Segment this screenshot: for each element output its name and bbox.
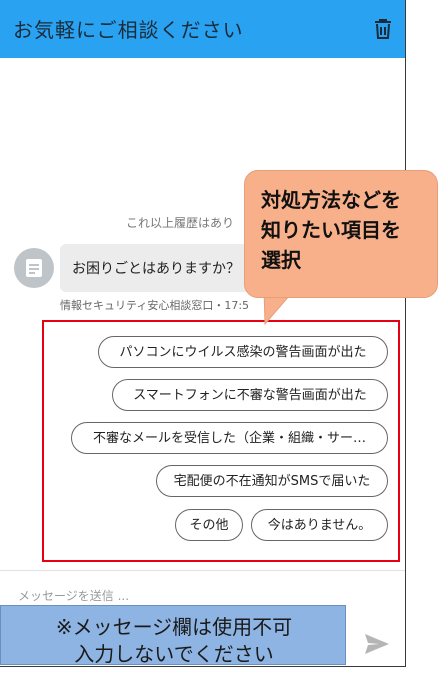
- chat-window: お気軽にご相談ください これ以上履歴はあり お困りごとはありますか？ 情報セキュ…: [0, 0, 406, 667]
- quick-reply-none[interactable]: 今はありません。: [251, 509, 388, 541]
- sender-line: 情報セキュリティ安心相談窓口・17:5: [60, 299, 250, 312]
- notice-line-1: ※メッセージ欄は使用不可: [55, 615, 293, 639]
- bot-avatar: [14, 248, 54, 288]
- history-note: これ以上履歴はあり: [126, 216, 235, 230]
- input-disabled-notice: ※メッセージ欄は使用不可 入力しないでください: [0, 605, 346, 666]
- callout-box: 対処方法などを 知りたい項目を 選択: [244, 170, 438, 298]
- send-icon[interactable]: [364, 632, 390, 656]
- quick-reply-other[interactable]: その他: [175, 509, 243, 541]
- trash-icon[interactable]: [371, 17, 395, 41]
- quick-reply-delivery-sms[interactable]: 宅配便の不在通知がSMSで届いた: [156, 465, 388, 497]
- bot-message-bubble: お困りごとはありますか？: [60, 244, 270, 292]
- callout-line-1: 対処方法などを: [261, 188, 401, 212]
- callout-text: 対処方法などを 知りたい項目を 選択: [261, 185, 401, 275]
- chat-header: お気軽にご相談ください: [0, 0, 405, 58]
- notice-line-2: 入力しないでください: [74, 642, 274, 666]
- quick-reply-smartphone-warning[interactable]: スマートフォンに不審な警告画面が出た: [112, 379, 388, 411]
- callout-line-3: 選択: [261, 248, 301, 272]
- message-input[interactable]: メッセージを送信 ...: [18, 587, 129, 604]
- document-icon: [26, 259, 42, 277]
- bot-message-text: お困りごとはありますか？: [72, 261, 240, 277]
- chat-title: お気軽にご相談ください: [13, 18, 244, 42]
- quick-reply-virus-warning[interactable]: パソコンにウイルス感染の警告画面が出た: [98, 336, 388, 368]
- quick-reply-suspicious-mail[interactable]: 不審なメールを受信した（企業・組織・サー…: [71, 422, 388, 454]
- quick-reply-highlight: パソコンにウイルス感染の警告画面が出た スマートフォンに不審な警告画面が出た 不…: [42, 320, 400, 562]
- callout-line-2: 知りたい項目を: [261, 218, 401, 242]
